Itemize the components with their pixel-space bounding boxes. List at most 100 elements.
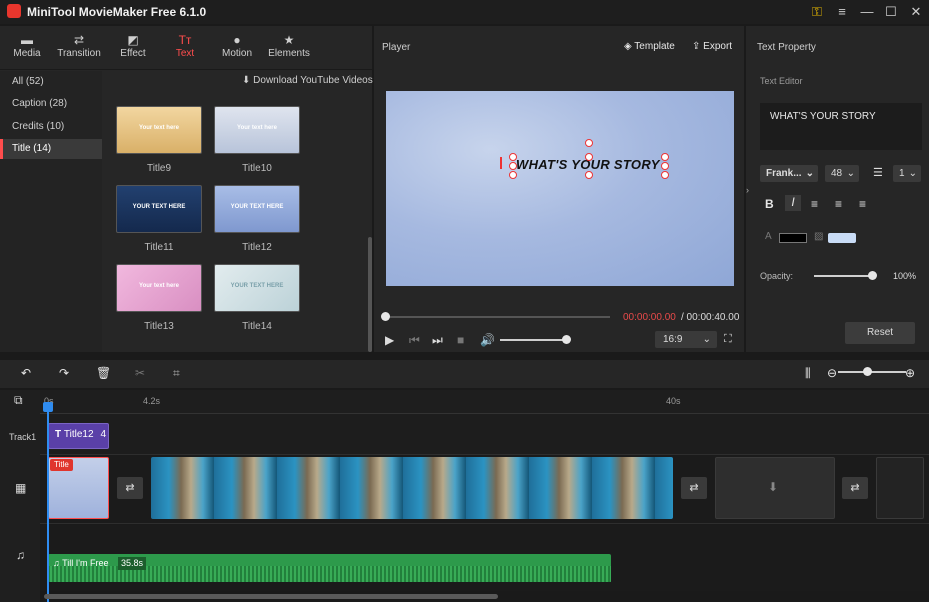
transition-slot[interactable]: ⇄: [117, 477, 143, 499]
prev-frame-icon[interactable]: ⏮: [409, 333, 420, 348]
title-clip[interactable]: T Title12 4: [48, 423, 109, 449]
category-credits[interactable]: Credits (10): [0, 117, 102, 137]
library-scrollbar[interactable]: [368, 237, 372, 352]
text-color-icon: A: [765, 231, 772, 242]
tick-label: 4.2s: [143, 396, 161, 406]
bold-icon[interactable]: B: [765, 197, 774, 211]
tick-label: 40s: [666, 396, 681, 406]
text-color-swatch[interactable]: [779, 233, 807, 243]
thumb-title9[interactable]: Your text here: [116, 106, 202, 154]
next-frame-icon[interactable]: ⏭: [432, 333, 443, 348]
resize-handle[interactable]: [661, 171, 669, 179]
italic-icon[interactable]: I: [785, 195, 801, 211]
tab-media[interactable]: ▬ Media: [0, 32, 54, 66]
playhead[interactable]: [47, 404, 49, 602]
total-time: / 00:00:40.00: [681, 312, 740, 323]
zoom-out-icon[interactable]: ⊖: [827, 366, 837, 380]
close-button[interactable]: ✕: [905, 2, 927, 22]
aspect-ratio-select[interactable]: 16:9 ⌄: [655, 331, 717, 348]
download-youtube-link[interactable]: ⬇ Download YouTube Videos: [242, 75, 373, 86]
layers-icon: ◈: [624, 41, 635, 52]
motion-icon: ●: [233, 33, 241, 47]
timeline-scrollbar[interactable]: [44, 594, 498, 599]
resize-handle[interactable]: [509, 153, 517, 161]
key-icon[interactable]: ⚿: [806, 2, 828, 22]
text-editor-label: Text Editor: [760, 76, 803, 86]
stop-icon[interactable]: ■: [457, 333, 464, 347]
empty-media-slot[interactable]: [876, 457, 924, 519]
fit-timeline-icon[interactable]: ⫼: [805, 366, 811, 381]
resize-handle[interactable]: [509, 162, 517, 170]
empty-media-slot[interactable]: ⬇: [715, 457, 835, 519]
track1-label: Track1: [9, 432, 37, 442]
font-select[interactable]: Frank... ⌄: [760, 165, 818, 182]
music-note-icon: ♫: [53, 558, 63, 568]
thumb-title10[interactable]: Your text here: [214, 106, 300, 154]
tab-transition[interactable]: ⇄ Transition: [52, 32, 106, 66]
opacity-slider[interactable]: [814, 275, 874, 277]
resize-handle[interactable]: [585, 171, 593, 179]
chevron-down-icon: ⌄: [702, 334, 711, 345]
line-spacing-icon: ☰: [873, 167, 883, 179]
volume-knob[interactable]: [562, 335, 571, 344]
category-all[interactable]: All (52): [0, 72, 102, 92]
playhead-handle[interactable]: [43, 402, 53, 412]
rotate-handle[interactable]: [585, 139, 593, 147]
thumb-title14[interactable]: YOUR TEXT HERE: [214, 264, 300, 312]
font-size-select[interactable]: 48 ⌄: [825, 165, 859, 182]
export-button[interactable]: ⇪ Export: [692, 41, 732, 52]
category-title[interactable]: Title (14): [0, 139, 102, 159]
timeline-ruler[interactable]: [0, 390, 929, 414]
align-center-icon[interactable]: ≡: [835, 197, 842, 211]
minimize-button[interactable]: —: [856, 2, 878, 22]
transition-slot[interactable]: ⇄: [842, 477, 868, 499]
tab-motion[interactable]: ● Motion: [210, 32, 264, 66]
category-caption[interactable]: Caption (28): [0, 94, 102, 114]
resize-handle[interactable]: [509, 171, 517, 179]
resize-handle[interactable]: [661, 162, 669, 170]
thumb-title11[interactable]: YOUR TEXT HERE: [116, 185, 202, 233]
align-right-icon[interactable]: ≡: [859, 197, 866, 211]
tab-elements[interactable]: ★ Elements: [262, 32, 316, 66]
align-left-icon[interactable]: ≡: [811, 197, 818, 211]
delete-icon[interactable]: 🗑: [96, 366, 111, 380]
volume-icon[interactable]: 🔊: [480, 333, 495, 347]
opacity-label: Opacity:: [760, 271, 794, 281]
transition-slot[interactable]: ⇄: [681, 477, 707, 499]
undo-icon[interactable]: ↶: [21, 366, 31, 380]
fullscreen-icon[interactable]: ⛶: [724, 333, 732, 346]
volume-slider[interactable]: [500, 339, 566, 341]
player-title: Player: [382, 42, 411, 53]
tab-effect[interactable]: ◩ Effect: [106, 32, 160, 66]
play-icon[interactable]: ▶: [385, 333, 394, 347]
seek-bar[interactable]: [386, 316, 610, 318]
thumb-title13[interactable]: Your text here: [116, 264, 202, 312]
thumb-label: Title12: [242, 242, 272, 253]
maximize-button[interactable]: ☐: [880, 2, 902, 22]
menu-icon[interactable]: ≡: [831, 2, 853, 22]
crop-icon[interactable]: ⌗: [173, 366, 180, 381]
line-spacing-select[interactable]: 1 ⌄: [893, 165, 921, 182]
thumb-title12[interactable]: YOUR TEXT HERE: [214, 185, 300, 233]
add-track-icon[interactable]: ⧉: [14, 393, 23, 408]
resize-handle[interactable]: [661, 153, 669, 161]
resize-handle[interactable]: [585, 153, 593, 161]
split-icon[interactable]: ✂: [135, 366, 145, 380]
thumb-label: Title10: [242, 163, 272, 174]
template-button[interactable]: ◈ Template: [624, 41, 675, 52]
zoom-slider[interactable]: [838, 371, 906, 373]
zoom-in-icon[interactable]: ⊕: [905, 366, 915, 380]
video-preview[interactable]: [386, 91, 734, 286]
reset-button[interactable]: Reset: [845, 322, 915, 344]
opacity-knob[interactable]: [868, 271, 877, 280]
seek-knob[interactable]: [381, 312, 390, 321]
text-editor-input[interactable]: WHAT'S YOUR STORY: [760, 103, 922, 150]
background-color-swatch[interactable]: [828, 233, 856, 243]
zoom-knob[interactable]: [863, 367, 872, 376]
tab-text[interactable]: Tт Text: [158, 32, 212, 66]
redo-icon[interactable]: ↷: [59, 366, 69, 380]
chevron-down-icon: ⌄: [908, 168, 917, 179]
transition-icon: ⇄: [73, 33, 85, 47]
collapse-arrow-icon[interactable]: ›: [746, 185, 749, 195]
video-clip[interactable]: [151, 457, 673, 519]
